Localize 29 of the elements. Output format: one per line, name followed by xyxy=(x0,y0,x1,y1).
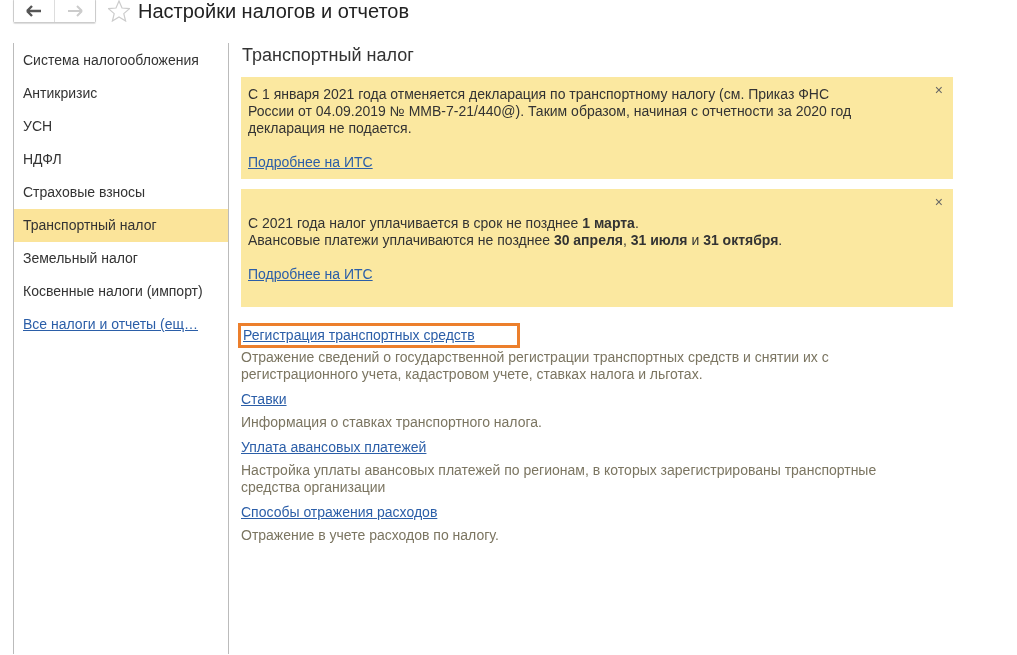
more-link[interactable]: Подробнее на ИТС xyxy=(248,154,373,171)
sidebar-item[interactable]: Система налогообложения xyxy=(14,44,228,77)
link-description: Настройка уплаты авансовых платежей по регионам, в которых зарегистрированы транспортные средства организации xyxy=(241,462,878,496)
sidebar-item[interactable]: Антикризис xyxy=(14,77,228,110)
command-link[interactable]: Регистрация транспортных средств xyxy=(243,327,475,343)
left-arrow-icon[interactable] xyxy=(26,5,42,17)
more-link[interactable]: Подробнее на ИТС xyxy=(248,266,373,283)
sidebar-item[interactable]: Транспортный налог xyxy=(14,209,228,242)
close-button[interactable]: × xyxy=(934,196,943,208)
sidebar-item[interactable]: Земельный налог xyxy=(14,242,228,275)
command-link[interactable]: Ставки xyxy=(241,391,287,407)
notice-text: С 2021 года налог уплачивается в срок не позднее 1 марта. Авансовые платежи уплачиваются не позднее 30 апреля, 31 июля и 31 октября. xyxy=(248,215,784,249)
right-arrow-icon[interactable] xyxy=(67,5,83,17)
link-description: Отражение в учете расходов по налогу. xyxy=(241,527,500,544)
close-button[interactable]: × xyxy=(934,84,943,96)
notice-text: С 1 января 2021 года отменяется декларация по транспортному налогу (см. Приказ ФНС России от 04.09.2019 № ММВ-7-21/440@). Таким образом, начиная с отчетности за 2020 год декларация не подается. xyxy=(248,86,853,137)
section-title: Транспортный налог xyxy=(242,44,415,67)
link-description: Информация о ставках транспортного налога. xyxy=(241,414,543,431)
sidebar-link[interactable]: Все налоги и отчеты (ещ… xyxy=(14,308,228,341)
sidebar-item[interactable]: Страховые взносы xyxy=(14,176,228,209)
command-link[interactable]: Способы отражения расходов xyxy=(241,504,438,520)
star-icon[interactable] xyxy=(108,0,130,22)
sidebar-item[interactable]: Косвенные налоги (импорт) xyxy=(14,275,228,308)
window-title: Настройки налогов и отчетов xyxy=(138,0,410,23)
command-link[interactable]: Уплата авансовых платежей xyxy=(241,439,427,455)
link-description: Отражение сведений о государственной регистрации транспортных средств и снятии их с регистрационного учета, кадастровом учете, ставках налога и льготах. xyxy=(241,349,830,383)
back-button[interactable] xyxy=(14,0,54,22)
sidebar-item[interactable]: НДФЛ xyxy=(14,143,228,176)
sidebar-item[interactable]: УСН xyxy=(14,110,228,143)
